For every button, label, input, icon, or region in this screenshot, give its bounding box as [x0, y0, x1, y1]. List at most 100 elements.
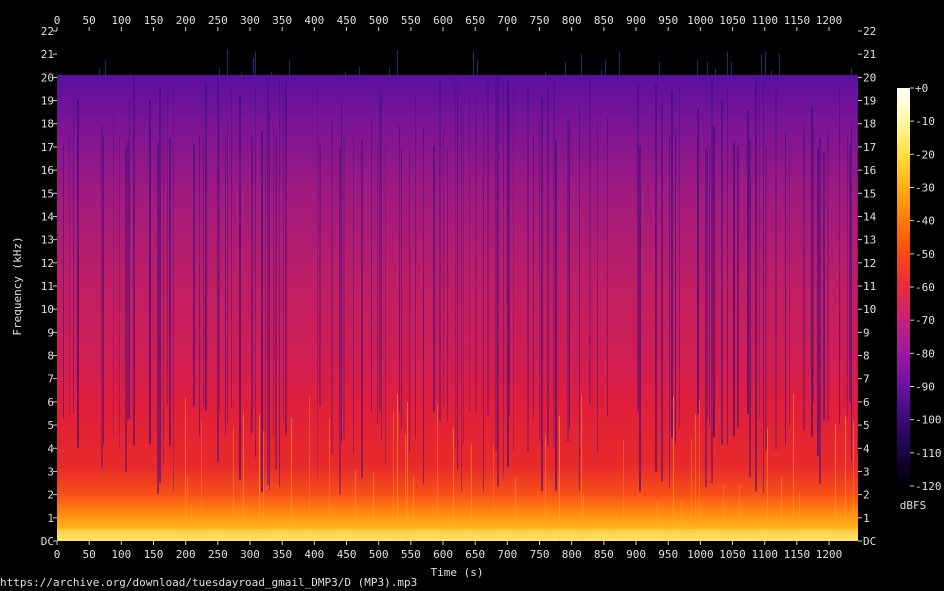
y-tick-label-left: 5 — [47, 419, 54, 432]
streak-dark — [331, 120, 333, 454]
y-tick-label-left: 22 — [41, 25, 54, 38]
streak-bright — [407, 402, 408, 541]
streak-dark — [509, 107, 510, 417]
streak-bright — [233, 428, 234, 541]
streak-dark — [857, 99, 858, 454]
streak-dark — [655, 83, 657, 473]
streak-dark — [533, 134, 534, 417]
streak-bright — [291, 418, 292, 541]
streak-bright — [545, 435, 546, 541]
streak-cutoff — [565, 62, 566, 80]
streak-dark — [607, 117, 608, 417]
streak-dark — [639, 146, 641, 492]
streak-cutoff — [289, 60, 290, 80]
x-tick-label-bottom: 350 — [272, 548, 292, 561]
streak-dark — [203, 137, 204, 407]
streak-dark — [69, 135, 70, 417]
streak-cutoff — [253, 57, 254, 80]
streak-dark — [567, 121, 569, 442]
streak-bright — [185, 398, 186, 541]
streak-dark — [77, 99, 79, 448]
streak-cutoff — [581, 54, 582, 80]
y-tick-label-left: 13 — [41, 234, 54, 247]
streak-dark — [377, 143, 378, 424]
streak-dark — [279, 78, 280, 488]
streak-dark — [539, 120, 540, 441]
colorbar: +0 -10 -20 -30 -40 -50 -60 -70 -80 -90 -100 -110 -12… — [897, 82, 942, 512]
x-tick-label-top: 850 — [594, 14, 614, 27]
streak-bright — [581, 395, 582, 541]
streak-dark — [285, 82, 287, 435]
x-tick-label-bottom: 150 — [144, 548, 164, 561]
streak-cutoff — [619, 51, 620, 80]
streak-dark — [265, 120, 266, 434]
streak-dark — [101, 126, 103, 469]
streak-bright — [201, 419, 202, 541]
x-tick-label-bottom: 800 — [562, 548, 582, 561]
streak-cutoff — [345, 71, 346, 80]
x-tick-label-bottom: 250 — [208, 548, 228, 561]
streak-cutoff — [731, 61, 732, 80]
colorbar-tick-label: -30 — [915, 182, 935, 195]
streak-dark — [385, 146, 386, 465]
streak-dark — [679, 84, 680, 428]
x-tick-label-top: 0 — [54, 14, 61, 27]
streak-cutoff — [779, 53, 780, 80]
streak-dark — [113, 114, 114, 439]
x-tick-label-bottom: 400 — [304, 548, 324, 561]
x-tick-label-bottom: 700 — [497, 548, 517, 561]
streak-dark — [827, 130, 829, 423]
y-tick-label-right: 5 — [863, 419, 870, 432]
y-tick-label-right: 10 — [863, 303, 876, 316]
y-axis-right: DC12345678910111213141516171819202122 — [858, 25, 877, 548]
streak-dark — [589, 77, 591, 405]
colorbar-ticks: +0 -10 -20 -30 -40 -50 -60 -70 -80 -90 -100 -110 -12… — [910, 82, 942, 493]
y-tick-label-right: 1 — [863, 512, 870, 525]
streak-dark — [73, 103, 74, 414]
streak-cutoff — [707, 61, 708, 80]
colorbar-tick-label: -50 — [915, 248, 935, 261]
streak-dark — [497, 75, 499, 487]
y-tick-label-left: 21 — [41, 48, 54, 61]
streak-dark — [443, 131, 444, 408]
streak-dark — [811, 106, 813, 437]
streak-dark — [353, 134, 354, 454]
colorbar-tick-label: +0 — [915, 82, 928, 95]
streak-cutoff — [771, 70, 772, 80]
streak-cutoff — [727, 51, 728, 80]
colorbar-tick-label: -90 — [915, 381, 935, 394]
streak-dark — [755, 78, 757, 492]
streak-dark — [371, 118, 372, 413]
streak-bright — [853, 421, 854, 541]
x-tick-label-top: 300 — [240, 14, 260, 27]
y-tick-label-left: 10 — [41, 303, 54, 316]
streak-dark — [133, 75, 135, 446]
x-tick-label-top: 250 — [208, 14, 228, 27]
x-tick-label-top: 50 — [83, 14, 96, 27]
streak-dark — [339, 147, 341, 495]
streak-dark — [661, 103, 663, 482]
streak-dark — [157, 142, 159, 494]
streak-dark — [457, 83, 458, 470]
spectrogram-plot — [57, 31, 858, 541]
streak-dark — [737, 145, 739, 428]
streak-dark — [193, 143, 195, 407]
y-tick-label-left: 18 — [41, 118, 54, 131]
x-tick-label-bottom: 50 — [83, 548, 96, 561]
streak-dark — [317, 85, 318, 480]
x-tick-label-bottom: 750 — [530, 548, 550, 561]
x-tick-label-top: 400 — [304, 14, 324, 27]
x-tick-label-bottom: 1000 — [687, 548, 714, 561]
streak-dark — [775, 91, 777, 450]
x-tick-label-bottom: 200 — [176, 548, 196, 561]
streak-cutoff — [271, 71, 272, 80]
streak-dark — [553, 80, 555, 448]
y-tick-label-right: 3 — [863, 465, 870, 478]
streak-cutoff — [473, 51, 474, 80]
streak-dark — [199, 134, 200, 437]
x-tick-label-top: 600 — [433, 14, 453, 27]
y-tick-label-right: 6 — [863, 396, 870, 409]
x-tick-label-top: 100 — [111, 14, 131, 27]
streak-dark — [495, 76, 497, 451]
y-tick-label-left: 20 — [41, 71, 54, 84]
